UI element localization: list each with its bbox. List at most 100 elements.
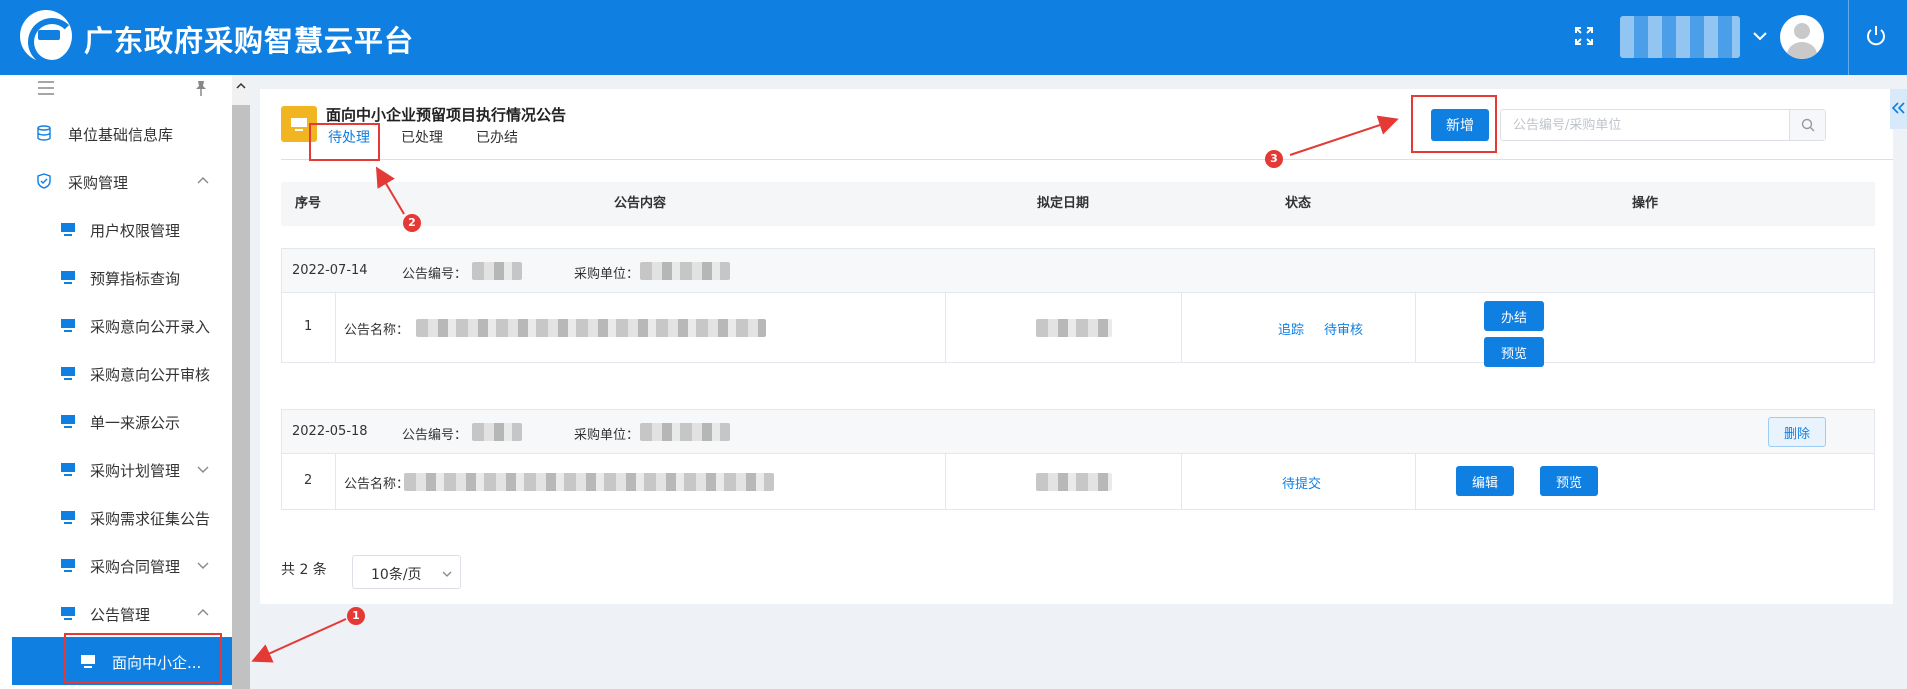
unit-value-blurred: [640, 262, 730, 280]
database-icon: [37, 125, 51, 141]
search-button[interactable]: [1789, 110, 1825, 140]
hamburger-icon[interactable]: [38, 81, 54, 95]
power-icon[interactable]: [1864, 24, 1888, 48]
search-box: [1500, 109, 1826, 141]
complete-button[interactable]: 办结: [1484, 301, 1544, 331]
collapse-panel-tab[interactable]: [1890, 89, 1907, 129]
scroll-thumb[interactable]: [232, 105, 250, 689]
tab-divider: [281, 159, 1893, 160]
annotation-marker: 1: [347, 607, 365, 625]
sidebar-item-unit-info[interactable]: 单位基础信息库: [0, 109, 232, 157]
table-header: 序号 公告内容 拟定日期 状态 操作: [281, 182, 1875, 226]
name-value-blurred: [404, 473, 774, 491]
edit-button[interactable]: 编辑: [1456, 466, 1514, 496]
sidebar-item-demand-notice[interactable]: 采购需求征集公告: [0, 493, 232, 541]
chevron-down-icon[interactable]: [1752, 28, 1768, 44]
page-title: 面向中小企业预留项目执行情况公告: [326, 106, 567, 124]
avatar[interactable]: [1780, 15, 1824, 59]
monitor-icon: [61, 271, 75, 284]
notice-no-value-blurred: [472, 262, 522, 280]
group-header: 2022-07-14 公告编号： 采购单位：: [282, 249, 1874, 293]
monitor-icon: [61, 607, 75, 620]
monitor-icon: [61, 223, 75, 236]
sidebar-toolbar: [0, 75, 232, 101]
top-header: 广东政府采购智慧云平台: [0, 0, 1907, 75]
monitor-icon: [61, 559, 75, 572]
col-date: 拟定日期: [1036, 196, 1089, 211]
table-group: 2022-05-18 公告编号： 采购单位： 删除 2 公告名称： 待提交 编辑: [281, 409, 1875, 510]
col-index: 序号: [294, 196, 321, 211]
monitor-icon: [61, 463, 75, 476]
table-row: 2 公告名称： 待提交 编辑 预览: [282, 454, 1874, 509]
chevron-up-icon: [197, 177, 209, 184]
annotation-marker: 3: [1265, 150, 1283, 168]
name-label: 公告名称：: [344, 477, 410, 492]
scroll-up-icon[interactable]: [236, 81, 246, 91]
col-status: 状态: [1284, 196, 1311, 211]
preview-button[interactable]: 预览: [1484, 337, 1544, 367]
row-index: 1: [304, 319, 313, 334]
double-chevron-left-icon: [1892, 102, 1905, 114]
search-input[interactable]: [1501, 110, 1791, 140]
chevron-down-icon: [442, 571, 452, 577]
date-value-blurred: [1036, 473, 1112, 491]
chevron-down-icon: [197, 466, 209, 473]
tab-completed[interactable]: 已办结: [476, 127, 518, 147]
monitor-icon: [61, 511, 75, 524]
preview-button[interactable]: 预览: [1540, 466, 1598, 496]
sidebar-item-single-source[interactable]: 单一来源公示: [0, 397, 232, 445]
sidebar-item-notice-management[interactable]: 公告管理: [0, 589, 232, 637]
name-label: 公告名称：: [344, 323, 410, 338]
table-group: 2022-07-14 公告编号： 采购单位： 1 公告名称： 追踪 待审核 办结: [281, 248, 1875, 367]
pin-icon[interactable]: [192, 79, 210, 97]
unit-value-blurred: [640, 423, 730, 441]
col-content: 公告内容: [613, 196, 666, 211]
highlight-box-pending-tab: [309, 123, 380, 161]
row-index: 2: [304, 473, 313, 488]
search-icon: [1801, 118, 1815, 132]
chevron-up-icon: [197, 609, 209, 616]
monitor-icon: [61, 415, 75, 428]
name-value-blurred: [416, 319, 766, 337]
logo: [20, 10, 76, 66]
pager-total: 共 2 条: [281, 562, 327, 578]
monitor-icon: [61, 367, 75, 380]
track-link[interactable]: 追踪: [1278, 319, 1304, 338]
chevron-down-icon: [197, 562, 209, 569]
page-size-select[interactable]: 10条/页: [352, 555, 461, 589]
group-header: 2022-05-18 公告编号： 采购单位： 删除: [282, 410, 1874, 454]
date-value-blurred: [1036, 319, 1112, 337]
delete-button[interactable]: 删除: [1768, 417, 1826, 447]
sidebar-item-procurement[interactable]: 采购管理: [0, 157, 232, 205]
sidebar-item-intent-entry[interactable]: 采购意向公开录入: [0, 301, 232, 349]
sidebar-item-budget-query[interactable]: 预算指标查询: [0, 253, 232, 301]
sidebar-scrollbar[interactable]: [232, 75, 250, 689]
page-size-value: 10条/页: [371, 567, 422, 583]
sidebar-item-plan-management[interactable]: 采购计划管理: [0, 445, 232, 493]
sidebar-item-intent-review[interactable]: 采购意向公开审核: [0, 349, 232, 397]
highlight-box-sidebar-item: [64, 633, 222, 683]
pending-submit-status[interactable]: 待提交: [1282, 473, 1321, 492]
main-panel: 面向中小企业预留项目执行情况公告 待处理 已处理 已办结 新增 序号 公告内容 …: [260, 89, 1893, 604]
highlight-box-add-button: [1411, 95, 1497, 153]
notice-no-label: 公告编号：: [402, 267, 468, 282]
shield-icon: [37, 173, 51, 189]
group-date: 2022-05-18: [292, 424, 368, 439]
table-row: 1 公告名称： 追踪 待审核 办结 预览: [282, 293, 1874, 367]
sidebar: 单位基础信息库 采购管理 用户权限管理 预算指标查询 采购意向公开录入 采购意向…: [0, 75, 232, 689]
notice-no-label: 公告编号：: [402, 428, 468, 443]
pending-review-status[interactable]: 待审核: [1324, 319, 1363, 338]
user-name-blurred[interactable]: [1620, 16, 1740, 58]
sidebar-item-contract-management[interactable]: 采购合同管理: [0, 541, 232, 589]
header-divider: [1848, 0, 1849, 75]
unit-label: 采购单位：: [574, 267, 640, 282]
app-title: 广东政府采购智慧云平台: [84, 24, 415, 58]
tab-processed[interactable]: 已处理: [401, 127, 443, 147]
sidebar-item-user-permissions[interactable]: 用户权限管理: [0, 205, 232, 253]
col-actions: 操作: [1631, 196, 1658, 211]
unit-label: 采购单位：: [574, 428, 640, 443]
group-date: 2022-07-14: [292, 263, 368, 278]
annotation-marker: 2: [403, 214, 421, 232]
notice-no-value-blurred: [472, 423, 522, 441]
fullscreen-icon[interactable]: [1574, 26, 1594, 46]
